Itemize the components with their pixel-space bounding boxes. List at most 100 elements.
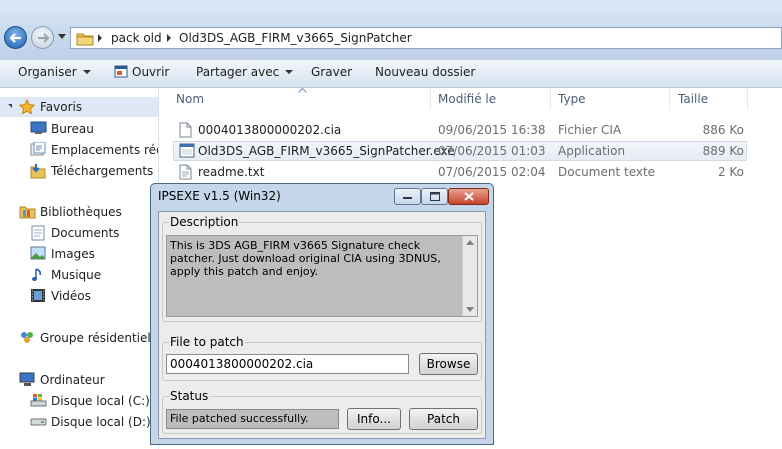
- nav-item-drive-c[interactable]: Disque local (C:): [0, 391, 158, 411]
- file-row[interactable]: 0004013800000202.cia 09/06/2015 16:38 Fi…: [173, 120, 747, 140]
- info-button[interactable]: Info...: [347, 408, 401, 430]
- file-to-patch-group: File to patch 0004013800000202.cia Brows…: [162, 335, 482, 381]
- nav-item-downloads[interactable]: Téléchargements: [0, 161, 158, 181]
- burn-label: Graver: [311, 65, 353, 79]
- nav-item-libraries[interactable]: Bibliothèques: [0, 202, 158, 222]
- share-with-menu-button[interactable]: Partager avec: [196, 65, 294, 79]
- navigation-pane: Favoris Bureau Emplacements récents Télé…: [0, 88, 158, 449]
- nav-label: Groupe résidentiel: [40, 331, 151, 345]
- nav-item-music[interactable]: Musique: [0, 265, 158, 285]
- column-divider[interactable]: [550, 88, 551, 110]
- browse-button[interactable]: Browse: [419, 353, 478, 375]
- status-label: Status: [169, 389, 210, 403]
- documents-icon: [31, 225, 45, 241]
- star-icon: [19, 99, 35, 115]
- dialog-body: Description This is 3DS AGB_FIRM v3665 S…: [158, 211, 486, 439]
- column-divider[interactable]: [430, 88, 431, 110]
- description-scrollbar[interactable]: [462, 236, 477, 316]
- nav-item-favorites[interactable]: Favoris: [0, 97, 158, 117]
- forward-button[interactable]: [31, 26, 54, 49]
- minimize-button[interactable]: [394, 188, 421, 205]
- nav-item-computer[interactable]: Ordinateur: [0, 370, 158, 390]
- downloads-icon: [30, 164, 46, 179]
- file-size: 886 Ko: [702, 123, 744, 137]
- nav-label: Images: [51, 247, 95, 261]
- desktop-icon: [30, 121, 47, 134]
- nav-label: Bibliothèques: [40, 205, 122, 219]
- nav-label: Disque local (D:): [51, 415, 151, 429]
- nav-item-homegroup[interactable]: Groupe résidentiel: [0, 328, 158, 348]
- file-name: 0004013800000202.cia: [198, 123, 342, 137]
- nav-label: Favoris: [40, 100, 83, 114]
- recent-places-icon: [30, 142, 46, 156]
- images-icon: [30, 246, 46, 260]
- scroll-up-icon[interactable]: [466, 240, 474, 245]
- column-header-type[interactable]: Type: [558, 92, 586, 106]
- maximize-button[interactable]: [421, 188, 448, 205]
- status-text: File patched successfully.: [166, 409, 339, 429]
- close-button[interactable]: [448, 188, 489, 205]
- arrow-right-icon: [38, 33, 50, 43]
- column-header-name[interactable]: Nom: [176, 92, 204, 106]
- history-dropdown-icon[interactable]: [58, 34, 66, 39]
- videos-icon: [31, 289, 45, 302]
- command-toolbar: Organiser Ouvrir Partager avec Graver No…: [0, 60, 782, 88]
- column-divider[interactable]: [747, 88, 748, 110]
- nav-label: Disque local (C:): [51, 394, 150, 408]
- breadcrumb-item[interactable]: Old3DS_AGB_FIRM_v3665_SignPatcher: [179, 31, 412, 45]
- file-modified: 07/06/2015 02:04: [438, 165, 546, 179]
- nav-item-documents[interactable]: Documents: [0, 223, 158, 243]
- scroll-down-icon[interactable]: [466, 307, 474, 312]
- expand-arrow-icon: [8, 104, 12, 108]
- file-type: Document texte: [558, 165, 656, 179]
- nav-item-drive-d[interactable]: Disque local (D:): [0, 412, 158, 432]
- patch-button[interactable]: Patch: [409, 408, 478, 430]
- file-modified: 07/06/2015 01:03: [438, 144, 546, 158]
- nav-label: Bureau: [51, 122, 94, 136]
- burn-button[interactable]: Graver: [311, 65, 352, 79]
- breadcrumb-separator-icon: [98, 34, 102, 42]
- homegroup-icon: [21, 332, 33, 343]
- ipsexe-dialog: IPSEXE v1.5 (Win32) Description This is …: [150, 183, 494, 445]
- column-header-modified[interactable]: Modifié le: [438, 92, 496, 106]
- new-folder-label: Nouveau dossier: [375, 65, 476, 79]
- sort-ascending-icon: [298, 88, 307, 93]
- file-type: Fichier CIA: [558, 123, 622, 137]
- computer-icon: [19, 372, 35, 386]
- application-icon: [179, 143, 195, 158]
- file-row[interactable]: readme.txt 07/06/2015 02:04 Document tex…: [173, 162, 747, 182]
- nav-label: Emplacements récents: [51, 143, 158, 157]
- organize-menu-button[interactable]: Organiser: [18, 65, 91, 79]
- description-text: This is 3DS AGB_FIRM v3665 Signature che…: [166, 235, 478, 317]
- column-divider[interactable]: [669, 88, 670, 110]
- system-drive-icon: [30, 394, 47, 407]
- back-button[interactable]: [4, 26, 27, 49]
- description-group: Description This is 3DS AGB_FIRM v3665 S…: [162, 215, 482, 322]
- dropdown-arrow-icon: [82, 70, 91, 74]
- breadcrumb-separator-icon: [167, 34, 171, 42]
- file-row-selected[interactable]: Old3DS_AGB_FIRM_v3665_SignPatcher.exe 07…: [173, 141, 747, 161]
- music-icon: [32, 268, 41, 281]
- nav-item-desktop[interactable]: Bureau: [0, 119, 158, 139]
- address-box[interactable]: pack old Old3DS_AGB_FIRM_v3665_SignPatch…: [70, 27, 782, 49]
- organize-label: Organiser: [18, 65, 77, 79]
- file-size: 889 Ko: [702, 144, 744, 158]
- breadcrumb-item[interactable]: pack old: [111, 31, 162, 45]
- nav-item-videos[interactable]: Vidéos: [0, 286, 158, 306]
- description-group-label: Description: [169, 215, 240, 229]
- open-button[interactable]: Ouvrir: [114, 65, 169, 79]
- arrow-left-icon: [9, 33, 21, 43]
- file-to-patch-label: File to patch: [169, 335, 245, 349]
- file-path-input[interactable]: 0004013800000202.cia: [166, 354, 409, 374]
- column-header-size[interactable]: Taille: [678, 92, 708, 106]
- new-folder-button[interactable]: Nouveau dossier: [375, 65, 475, 79]
- nav-label: Téléchargements: [51, 164, 154, 178]
- folder-icon: [76, 33, 94, 46]
- close-icon: [464, 192, 474, 201]
- file-generic-icon: [179, 122, 192, 138]
- address-bar-area: pack old Old3DS_AGB_FIRM_v3665_SignPatch…: [0, 0, 782, 60]
- nav-item-recent-places[interactable]: Emplacements récents: [0, 140, 158, 160]
- file-modified: 09/06/2015 16:38: [438, 123, 546, 137]
- nav-item-images[interactable]: Images: [0, 244, 158, 264]
- dialog-title: IPSEXE v1.5 (Win32): [158, 189, 281, 203]
